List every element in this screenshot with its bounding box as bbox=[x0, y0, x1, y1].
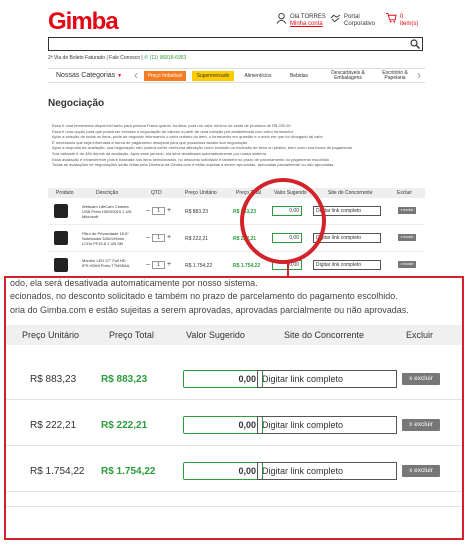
my-account-link[interactable]: Minha conta bbox=[290, 21, 326, 28]
screenshot-thumbnail: Gimba Olá TORRES Minha conta Portal Corp… bbox=[44, 0, 429, 286]
cart-label: item(s) bbox=[400, 21, 419, 27]
search-input[interactable] bbox=[48, 37, 423, 51]
product-description[interactable]: Monitor LED 27" Full HD IPS HDMI Preto T… bbox=[82, 258, 132, 268]
zoom-text-line: ecionados, no desconto solicitado e tamb… bbox=[10, 291, 398, 301]
total-price: R$ 222,21 bbox=[101, 420, 148, 431]
negotiation-description: Essa é uma ferramenta disponível tanto p… bbox=[52, 123, 412, 168]
total-price: R$ 883,23 bbox=[101, 374, 148, 385]
user-icon bbox=[276, 12, 287, 24]
suggested-value-input[interactable]: 0,00 bbox=[183, 462, 263, 480]
quantity-minus-button[interactable]: − bbox=[146, 208, 150, 215]
zoomed-detail-panel: odo, ela será desativada automaticamente… bbox=[4, 276, 464, 540]
total-price: R$ 1.754,22 bbox=[101, 466, 156, 477]
categories-dropdown[interactable]: Nossas Categorias ▼ bbox=[56, 72, 122, 79]
handshake-icon bbox=[330, 14, 341, 23]
delete-button[interactable]: x excluir bbox=[398, 207, 416, 214]
col-produto: Produto bbox=[56, 190, 74, 196]
whatsapp-icon: ✆ bbox=[144, 55, 149, 61]
total-price: R$ 1.754,22 bbox=[233, 263, 261, 269]
quantity-plus-button[interactable]: + bbox=[167, 234, 171, 241]
description-line: Todas as avaliações de negociações serão… bbox=[52, 162, 335, 168]
user-menu[interactable]: Olá TORRES Minha conta bbox=[276, 12, 326, 28]
col-site-concorrente: Site do Concorrente bbox=[328, 190, 373, 196]
col-preco-unitario: Preço Unitário bbox=[185, 190, 217, 196]
col-preco-total: Preço Total bbox=[109, 330, 154, 340]
unit-price: R$ 1.754,22 bbox=[185, 263, 213, 269]
suggested-value-input[interactable]: 0,00 bbox=[183, 416, 263, 434]
product-image[interactable] bbox=[54, 231, 68, 245]
col-excluir: Excluir bbox=[406, 330, 434, 340]
tab-alimenticios[interactable]: Alimentícios bbox=[238, 71, 278, 81]
table-row: R$ 222,21 R$ 222,21 0,00 Digitar link co… bbox=[6, 406, 462, 446]
quantity-minus-button[interactable]: − bbox=[146, 235, 150, 242]
col-descricao: Descrição bbox=[96, 190, 119, 196]
product-image[interactable] bbox=[54, 258, 68, 272]
delete-button[interactable]: x excluir bbox=[402, 373, 440, 385]
zoom-text-line: odo, ela será desativada automaticamente… bbox=[10, 278, 258, 288]
cart-button[interactable]: 0 item(s) bbox=[386, 12, 419, 28]
table-row: R$ 883,23 R$ 883,23 0,00 Digitar link co… bbox=[6, 360, 462, 400]
delete-button[interactable]: x excluir bbox=[398, 261, 416, 268]
chevron-down-icon: ▼ bbox=[117, 73, 123, 79]
unit-price: R$ 222,21 bbox=[30, 420, 77, 431]
suggested-value-input[interactable]: 0,00 bbox=[183, 370, 263, 388]
unit-price: R$ 1.754,22 bbox=[30, 466, 85, 477]
delete-button[interactable]: x excluir bbox=[402, 419, 440, 431]
col-qtd: QTD bbox=[151, 190, 162, 196]
delete-button[interactable]: x excluir bbox=[398, 234, 416, 241]
unit-price: R$ 222,21 bbox=[185, 236, 209, 242]
quantity-input[interactable]: 1 bbox=[152, 234, 165, 242]
user-greeting: Olá TORRES bbox=[290, 14, 326, 20]
table-row: Filtro de Privacidade 15.6" Notebooks 34… bbox=[48, 228, 425, 252]
col-excluir: Excluir bbox=[397, 190, 413, 196]
page-title: Negociação bbox=[48, 98, 105, 109]
gimba-logo[interactable]: Gimba bbox=[48, 8, 119, 36]
unit-price: R$ 883,23 bbox=[30, 374, 77, 385]
delete-button[interactable]: x excluir bbox=[402, 465, 440, 477]
table-row: R$ 1.754,22 R$ 1.754,22 0,00 Digitar lin… bbox=[6, 452, 462, 492]
page: Gimba Olá TORRES Minha conta Portal Corp… bbox=[0, 0, 475, 550]
portal-label-2: Corporativo bbox=[344, 21, 376, 27]
tab-bebidas[interactable]: Bebidas bbox=[284, 71, 314, 81]
unit-price: R$ 883,23 bbox=[185, 209, 209, 215]
portal-corporativo-link[interactable]: Portal Corporativo bbox=[330, 14, 376, 28]
boleto-link[interactable]: 2ª Via de Boleto Faturado bbox=[48, 55, 105, 61]
zoom-text-line: oria do Gimba.com e estão sujeitas a ser… bbox=[10, 305, 409, 315]
categories-label: Nossas Categorias bbox=[56, 72, 116, 79]
table-header: Produto Descrição QTD Preço Unitário Pre… bbox=[48, 188, 425, 198]
quantity-input[interactable]: 1 bbox=[152, 207, 165, 215]
chevron-right-icon[interactable]: › bbox=[417, 68, 421, 82]
table-row: Webcam LifeCam Cinema USB Preto H5D00015… bbox=[48, 201, 425, 225]
tab-supermercado[interactable]: Supermercado bbox=[192, 71, 234, 81]
competitor-site-input[interactable]: Digitar link completo bbox=[257, 462, 397, 480]
fale-conosco-link[interactable]: Fale Conosco bbox=[109, 55, 140, 61]
search-icon[interactable] bbox=[410, 39, 420, 49]
product-description[interactable]: Webcam LifeCam Cinema USB Preto H5D00015… bbox=[82, 204, 132, 219]
zoom-table-header: Preço Unitário Preço Total Valor Sugerid… bbox=[6, 325, 462, 345]
col-preco-unitario: Preço Unitário bbox=[22, 330, 80, 340]
competitor-site-input[interactable]: Digitar link completo bbox=[257, 416, 397, 434]
cart-icon bbox=[386, 12, 397, 23]
quantity-plus-button[interactable]: + bbox=[167, 207, 171, 214]
chevron-left-icon[interactable]: ‹ bbox=[134, 68, 138, 82]
cart-count: 0 bbox=[400, 14, 404, 20]
product-image[interactable] bbox=[54, 204, 68, 218]
quantity-plus-button[interactable]: + bbox=[167, 261, 171, 268]
col-valor-sugerido: Valor Sugerido bbox=[186, 330, 245, 340]
whatsapp-number[interactable]: (11) 96818-6953 bbox=[150, 55, 187, 61]
quantity-minus-button[interactable]: − bbox=[146, 262, 150, 269]
quantity-input[interactable]: 1 bbox=[152, 261, 165, 269]
tab-escritorio[interactable]: Escritório & Papelaria bbox=[376, 71, 414, 81]
tab-descartaveis[interactable]: Descartáveis & Embalagens bbox=[326, 71, 370, 81]
zoom-table-footer bbox=[6, 506, 462, 538]
category-nav: Nossas Categorias ▼ ‹ Preço Imbatível Su… bbox=[48, 68, 425, 83]
product-description[interactable]: Filtro de Privacidade 15.6" Notebooks 34… bbox=[82, 231, 132, 246]
competitor-site-input[interactable]: Digitar link completo bbox=[257, 370, 397, 388]
col-site-concorrente: Site do Concorrente bbox=[284, 330, 365, 340]
portal-label: Portal bbox=[344, 14, 360, 20]
competitor-site-input[interactable]: Digitar link completo bbox=[313, 260, 381, 270]
tab-preco-imbativel[interactable]: Preço Imbatível bbox=[144, 71, 186, 81]
sub-header: 2ª Via de Boleto Faturado | Fale Conosco… bbox=[48, 55, 187, 61]
highlight-circle bbox=[240, 178, 326, 264]
